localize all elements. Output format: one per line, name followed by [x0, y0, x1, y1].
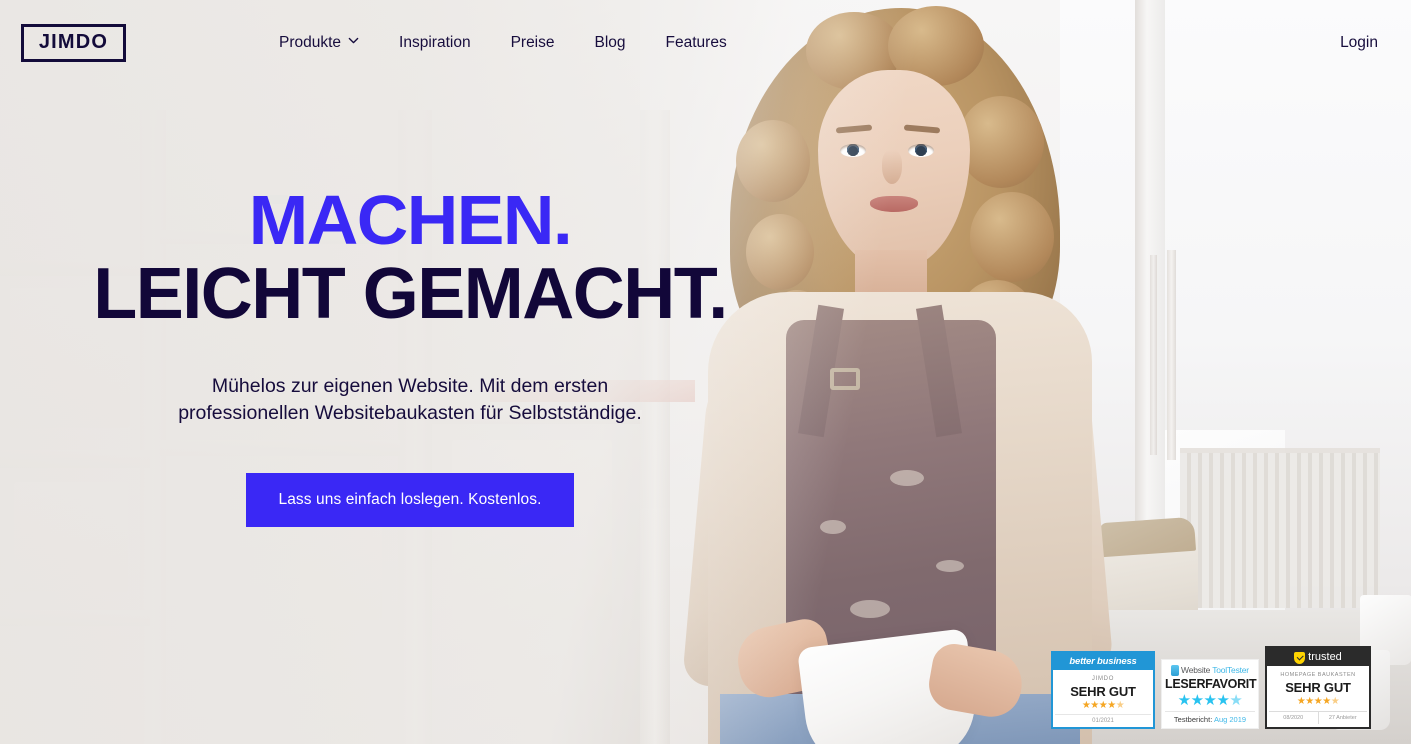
- nav-item-inspiration[interactable]: Inspiration: [379, 34, 491, 52]
- login-area: Login: [1340, 34, 1378, 52]
- badge-better-business-stars: ★★★★★: [1055, 701, 1151, 711]
- badge-better-business-header: better business: [1053, 653, 1153, 670]
- badge-better-business[interactable]: better business JIMDO SEHR GUT ★★★★★ 01/…: [1051, 651, 1155, 729]
- nav-item-inspiration-label: Inspiration: [399, 33, 471, 51]
- badge-trusted-stars: ★★★★★: [1269, 697, 1367, 707]
- badge-websitetooltester[interactable]: Website ToolTester LESERFAVORIT ★★★★★ Tes…: [1161, 659, 1259, 729]
- nav-item-preise-label: Preise: [510, 33, 555, 51]
- badge-websitetooltester-stars: ★★★★★: [1165, 693, 1255, 708]
- jimdo-logo-text: JIMDO: [38, 31, 109, 53]
- signup-cta-button[interactable]: Lass uns einfach loslegen. Kostenlos.: [246, 473, 574, 528]
- hero-section: MACHEN. LEICHT GEMACHT. Mühelos zur eige…: [0, 185, 820, 528]
- star-half-icon: ★: [1229, 692, 1243, 709]
- nav-item-preise[interactable]: Preise: [491, 34, 575, 52]
- tester-bottle-icon: [1171, 665, 1180, 676]
- badge-websitetooltester-footer: Testbericht: Aug 2019: [1165, 711, 1255, 724]
- badge-websitetooltester-header: Website ToolTester: [1165, 664, 1255, 676]
- badge-trusted-footer-right: 27 Anbieter: [1328, 715, 1357, 721]
- badge-wtt-header-part1: Website: [1181, 664, 1211, 675]
- trust-badges: better business JIMDO SEHR GUT ★★★★★ 01/…: [1051, 646, 1371, 729]
- login-link[interactable]: Login: [1340, 34, 1378, 51]
- hero-subtitle: Mühelos zur eigenen Website. Mit dem ers…: [0, 373, 820, 426]
- site-header: JIMDO Produkte Inspiration Preise Blog F…: [0, 0, 1411, 85]
- badge-trusted-subject: HOMEPAGE BAUKASTEN: [1280, 672, 1356, 678]
- badge-better-business-subject: JIMDO: [1091, 676, 1115, 682]
- badge-trusted-rating: SEHR GUT: [1285, 680, 1351, 695]
- badge-wtt-footer-value: Aug 2019: [1213, 715, 1247, 724]
- badge-trusted[interactable]: trusted HOMEPAGE BAUKASTEN SEHR GUT ★★★★…: [1265, 646, 1371, 729]
- star-half-icon: ★: [1330, 696, 1340, 707]
- badge-better-business-rating: SEHR GUT: [1070, 684, 1136, 699]
- nav-item-blog-label: Blog: [594, 33, 626, 51]
- nav-item-features[interactable]: Features: [646, 34, 747, 52]
- badge-trusted-footer: 08/2020 27 Anbieter: [1269, 711, 1367, 724]
- nav-item-features-label: Features: [665, 33, 727, 51]
- star-full-group: ★★★★: [1296, 696, 1331, 707]
- star-half-icon: ★: [1115, 700, 1125, 711]
- badge-websitetooltester-rating: LESERFAVORIT: [1165, 677, 1257, 691]
- hero-headline-line1: MACHEN.: [248, 181, 573, 259]
- nav-item-produkte[interactable]: Produkte: [259, 34, 379, 52]
- nav-item-produkte-label: Produkte: [279, 33, 342, 51]
- hero-headline: MACHEN. LEICHT GEMACHT.: [0, 185, 820, 334]
- star-full-group: ★★★★: [1177, 692, 1230, 709]
- hero-subtitle-line1: Mühelos zur eigenen Website. Mit dem ers…: [211, 375, 609, 398]
- badge-trusted-header-label: trusted: [1308, 651, 1342, 663]
- badge-trusted-footer-left: 08/2020: [1269, 712, 1319, 724]
- nav-item-blog[interactable]: Blog: [575, 34, 646, 52]
- badge-trusted-header: trusted: [1267, 648, 1369, 666]
- badge-wtt-footer-label: Testbericht:: [1173, 715, 1213, 724]
- shield-check-icon: [1294, 652, 1306, 664]
- page-root: JIMDO Produkte Inspiration Preise Blog F…: [0, 0, 1411, 744]
- main-navigation: Produkte Inspiration Preise Blog Feature…: [259, 34, 747, 52]
- hero-headline-line2: LEICHT GEMACHT.: [93, 253, 728, 334]
- badge-wtt-header-part2: ToolTester: [1212, 664, 1249, 675]
- jimdo-logo[interactable]: JIMDO: [21, 23, 126, 62]
- hero-subtitle-line2: professionellen Websitebaukasten für Sel…: [178, 401, 642, 424]
- chevron-down-icon: [348, 35, 359, 46]
- badge-better-business-footer: 01/2021: [1055, 714, 1151, 724]
- star-full-group: ★★★★: [1081, 700, 1116, 711]
